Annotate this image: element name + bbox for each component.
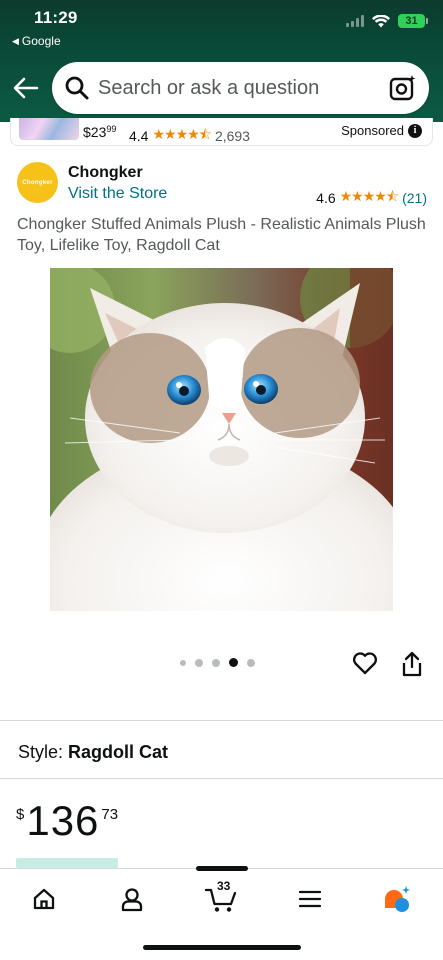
section-divider: [0, 720, 443, 721]
heart-icon[interactable]: [352, 650, 378, 676]
store-rating[interactable]: 4.6 ★★★★⯪ (21): [316, 186, 427, 210]
cellular-signal-icon: [346, 15, 364, 27]
sponsored-rating-value: 4.4: [129, 128, 149, 144]
bottom-navigation: 33: [0, 866, 443, 960]
sponsored-label[interactable]: Sponsored i: [341, 123, 422, 138]
store-rating-value: 4.6: [316, 190, 336, 206]
price-whole: 136: [26, 797, 100, 844]
back-to-app-link[interactable]: ◀ Google: [12, 34, 61, 48]
ai-assistant-icon: [385, 886, 410, 912]
nav-home[interactable]: [27, 883, 61, 915]
search-input[interactable]: [98, 76, 389, 100]
status-indicators: 31: [346, 14, 428, 28]
price-currency: $: [16, 806, 25, 823]
back-button[interactable]: [12, 74, 40, 102]
account-icon: [121, 888, 143, 912]
carousel-dot[interactable]: [180, 659, 186, 666]
store-logo[interactable]: Chongker: [17, 162, 58, 203]
store-name: Chongker: [68, 164, 143, 181]
visit-store-link[interactable]: Visit the Store: [68, 185, 167, 203]
deal-badge: [16, 858, 118, 868]
carousel-dot-active[interactable]: [229, 658, 238, 667]
back-triangle-icon: ◀: [12, 35, 19, 46]
share-icon[interactable]: [400, 650, 424, 678]
store-review-count[interactable]: (21): [402, 190, 427, 206]
price-fraction: 73: [101, 806, 119, 823]
carousel-dot[interactable]: [195, 658, 203, 667]
home-indicator[interactable]: [143, 945, 301, 950]
info-icon[interactable]: i: [408, 123, 422, 138]
carousel-dot[interactable]: [212, 658, 220, 667]
battery-indicator: 31: [398, 14, 428, 28]
nav-ai-assistant[interactable]: [380, 883, 414, 915]
carousel-dot[interactable]: [247, 658, 255, 667]
sponsored-review-count: 2,693: [214, 128, 250, 144]
sponsored-text: Sponsored: [341, 123, 404, 138]
menu-icon: [298, 890, 322, 908]
wifi-icon: [372, 14, 390, 27]
status-time: 11:29: [34, 8, 78, 27]
style-selection[interactable]: Style: Ragdoll Cat: [18, 742, 168, 763]
product-image[interactable]: [50, 268, 393, 611]
camera-lens-icon[interactable]: [389, 74, 417, 102]
product-price: $ 136 73: [16, 800, 118, 842]
ragdoll-cat-plush-image: [50, 268, 393, 611]
sponsored-product-thumbnail[interactable]: [19, 118, 79, 140]
star-rating-icon: ★★★★⯪: [339, 188, 399, 204]
product-title: Chongker Stuffed Animals Plush - Realist…: [17, 216, 426, 254]
store-logo-text: Chongker: [22, 179, 53, 186]
style-value: Ragdoll Cat: [68, 742, 169, 762]
star-rating-icon: ★★★★⯪: [152, 126, 211, 142]
style-label: Style:: [18, 742, 64, 762]
nav-menu[interactable]: [293, 883, 327, 915]
search-bar[interactable]: [52, 62, 429, 114]
search-icon: [65, 76, 89, 100]
active-tab-indicator: [196, 866, 248, 871]
home-icon: [33, 888, 55, 910]
sponsored-price-whole: $23: [83, 124, 107, 140]
back-app-label: Google: [21, 34, 61, 48]
nav-account[interactable]: [115, 883, 149, 915]
cart-count-badge: 33: [217, 879, 231, 893]
app-header: 11:29 ◀ Google 31: [0, 0, 443, 122]
section-divider: [0, 778, 443, 779]
sponsored-rating[interactable]: 4.4 ★★★★⯪ 2,693: [129, 124, 250, 148]
image-carousel-dots[interactable]: [180, 658, 255, 667]
sponsored-product-strip[interactable]: $2399 4.4 ★★★★⯪ 2,693 Sponsored i: [10, 118, 433, 146]
arrow-left-icon: [13, 77, 39, 99]
sponsored-price-fraction: 99: [106, 124, 117, 134]
sponsored-price: $2399: [83, 124, 116, 140]
